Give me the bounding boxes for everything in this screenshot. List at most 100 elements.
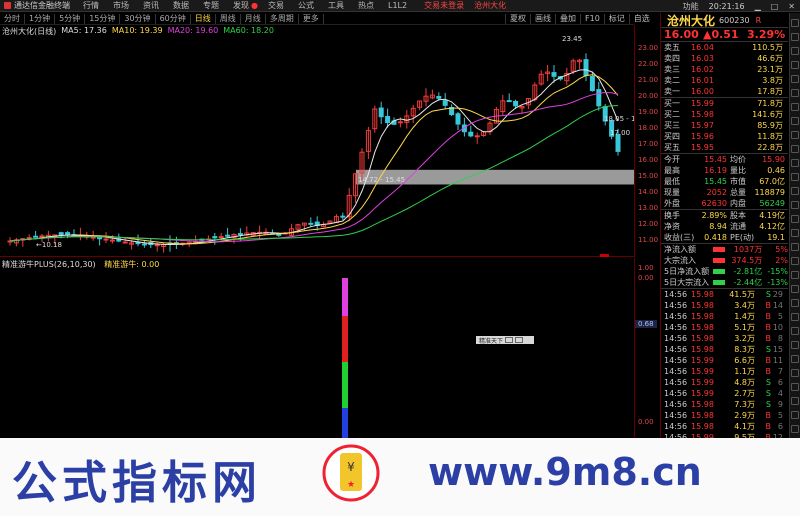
indicator-bar-segment — [342, 278, 348, 316]
side-tool-icon[interactable] — [791, 229, 799, 237]
watermark-banner: 公式指标网 ¥ ★ www.9m8.cn — [0, 438, 800, 516]
side-tool-icon[interactable] — [791, 397, 799, 405]
side-tool-icon[interactable] — [791, 19, 799, 27]
indicator-bar-segment — [342, 408, 348, 438]
menu-news[interactable]: 资讯 — [136, 0, 166, 11]
side-tool-icon[interactable] — [791, 103, 799, 111]
side-tool-icon[interactable] — [791, 61, 799, 69]
side-tool-icon[interactable] — [791, 369, 799, 377]
ask-row[interactable]: 卖二 16.01 3.8万 — [661, 75, 788, 86]
side-tool-icon[interactable] — [791, 271, 799, 279]
tab-timeshare[interactable]: 分时 — [0, 13, 25, 24]
tab-60min[interactable]: 60分钟 — [156, 13, 191, 24]
indicator-canvas[interactable] — [0, 258, 634, 438]
side-tool-icon[interactable] — [791, 355, 799, 363]
bid-row[interactable]: 买五 15.95 22.8万 — [661, 142, 788, 153]
side-tool-icon[interactable] — [791, 383, 799, 391]
side-tool-icon[interactable] — [791, 313, 799, 321]
tick-row: 14:56 15.99 1.1万 B 7 — [664, 367, 783, 376]
tab-monthly[interactable]: 月线 — [241, 13, 266, 24]
side-tool-icon[interactable] — [791, 215, 799, 223]
stat-row: 换手 2.89% 股本 4.19亿 — [664, 211, 785, 220]
tab-weekly[interactable]: 周线 — [216, 13, 241, 24]
bid-row[interactable]: 买四 15.96 11.8万 — [661, 131, 788, 142]
mark-button[interactable]: 标记 — [603, 14, 629, 24]
side-tool-icon[interactable] — [791, 243, 799, 251]
tab-15min[interactable]: 15分钟 — [85, 13, 121, 24]
tab-daily[interactable]: 日线 — [191, 13, 216, 24]
menu-tools[interactable]: 工具 — [321, 0, 351, 11]
side-tool-icon[interactable] — [791, 341, 799, 349]
chart-toolbar: 夏权 画线 叠加 F10 标记 自选 — [505, 13, 654, 25]
side-tool-icon[interactable] — [791, 47, 799, 55]
candle-body — [39, 235, 45, 238]
bid-row[interactable]: 买三 15.97 85.9万 — [661, 120, 788, 131]
side-tool-icon[interactable] — [791, 159, 799, 167]
candle-body — [103, 238, 109, 241]
login-status[interactable]: 交易未登录 — [414, 0, 474, 11]
side-tool-icon[interactable] — [791, 131, 799, 139]
f10-button[interactable]: F10 — [580, 14, 604, 24]
overlay-button[interactable]: 叠加 — [555, 14, 580, 24]
bid-row[interactable]: 买二 15.98 141.6万 — [661, 109, 788, 120]
menu-formula[interactable]: 公式 — [291, 0, 321, 11]
watchlist-button[interactable]: 自选 — [628, 14, 654, 24]
menu-market[interactable]: 市场 — [106, 0, 136, 11]
ask-row[interactable]: 卖四 16.03 46.6万 — [661, 53, 788, 64]
side-tool-icon[interactable] — [791, 33, 799, 41]
restore-rights-button[interactable]: 夏权 — [505, 14, 530, 24]
float-option-icon[interactable] — [505, 337, 514, 343]
price-axis-label: 18.00 — [638, 124, 659, 132]
side-tool-icon[interactable] — [791, 75, 799, 83]
ask-row[interactable]: 卖五 16.04 110.5万 — [661, 42, 788, 53]
float-close-icon[interactable] — [515, 337, 524, 343]
menu-quotes[interactable]: 行情 — [76, 0, 106, 11]
svg-text:¥: ¥ — [347, 460, 355, 474]
side-tool-icon[interactable] — [791, 173, 799, 181]
side-tool-icon[interactable] — [791, 89, 799, 97]
tab-5min[interactable]: 5分钟 — [55, 13, 86, 24]
float-precision-button[interactable]: 精准天下 — [476, 336, 534, 345]
side-tool-icon[interactable] — [791, 187, 799, 195]
price-mark-b: 17.00 — [610, 129, 630, 137]
stat-row: 现量 2052 总量 118879 — [664, 188, 785, 197]
ind-axis-label: 0.00 — [638, 274, 654, 282]
ask-row[interactable]: 卖三 16.02 23.1万 — [661, 64, 788, 75]
minimize-icon[interactable]: ▁ — [750, 2, 766, 11]
function-menu[interactable]: 功能 — [678, 1, 704, 12]
candle-body — [385, 115, 391, 124]
candle-body — [513, 100, 519, 107]
kline-canvas[interactable]: 23.45 ←10.18 14.72 - 15.45 18.05 - 17 17.00 — [0, 25, 640, 257]
side-tool-icon[interactable] — [791, 257, 799, 265]
maximize-icon[interactable]: □ — [766, 2, 784, 11]
menu-l1l2[interactable]: L1L2 — [381, 1, 414, 10]
candle-body — [589, 75, 595, 92]
side-tool-icon[interactable] — [791, 327, 799, 335]
indicator-bar-segment — [342, 316, 348, 362]
stock-link[interactable]: 沧州大化 — [474, 0, 506, 11]
low-annotation: ←10.18 — [36, 241, 62, 249]
tab-30min[interactable]: 30分钟 — [120, 13, 156, 24]
stats-block: 今开 15.45 均价 15.90 最高 16.19 量比 0.46 最低 15.45 市值 67.0… — [661, 154, 788, 210]
menu-topics[interactable]: 专题 — [196, 0, 226, 11]
side-tool-icon[interactable] — [791, 117, 799, 125]
tick-list[interactable]: 14:56 15.98 41.5万 S 29 14:56 15.98 3.4万 B 14 14:56… — [661, 289, 788, 443]
side-tool-icon[interactable] — [791, 411, 799, 419]
ask-row[interactable]: 卖一 16.00 17.8万 — [661, 86, 788, 97]
close-icon[interactable]: ✕ — [783, 2, 800, 11]
menu-data[interactable]: 数据 — [166, 0, 196, 11]
side-tool-icon[interactable] — [791, 285, 799, 293]
side-tool-icon[interactable] — [791, 145, 799, 153]
tab-multi[interactable]: 多周期 — [266, 13, 299, 24]
draw-line-button[interactable]: 画线 — [530, 14, 555, 24]
kline-chart[interactable]: 23.45←10.1814.72 - 15.4518.05 - 1717.00 … — [0, 25, 640, 257]
tab-more[interactable]: 更多 — [299, 13, 324, 24]
tab-1min[interactable]: 1分钟 — [25, 13, 56, 24]
indicator-chart[interactable]: 精准游牛PLUS(26,10,30) 精准游牛: 0.00 — [0, 258, 634, 438]
side-tool-icon[interactable] — [791, 299, 799, 307]
bid-row[interactable]: 买一 15.99 71.8万 — [661, 98, 788, 109]
side-tool-icon[interactable] — [791, 201, 799, 209]
menu-trade[interactable]: 交易 — [261, 0, 291, 11]
menu-hot[interactable]: 热点 — [351, 0, 381, 11]
side-tool-icon[interactable] — [791, 425, 799, 433]
